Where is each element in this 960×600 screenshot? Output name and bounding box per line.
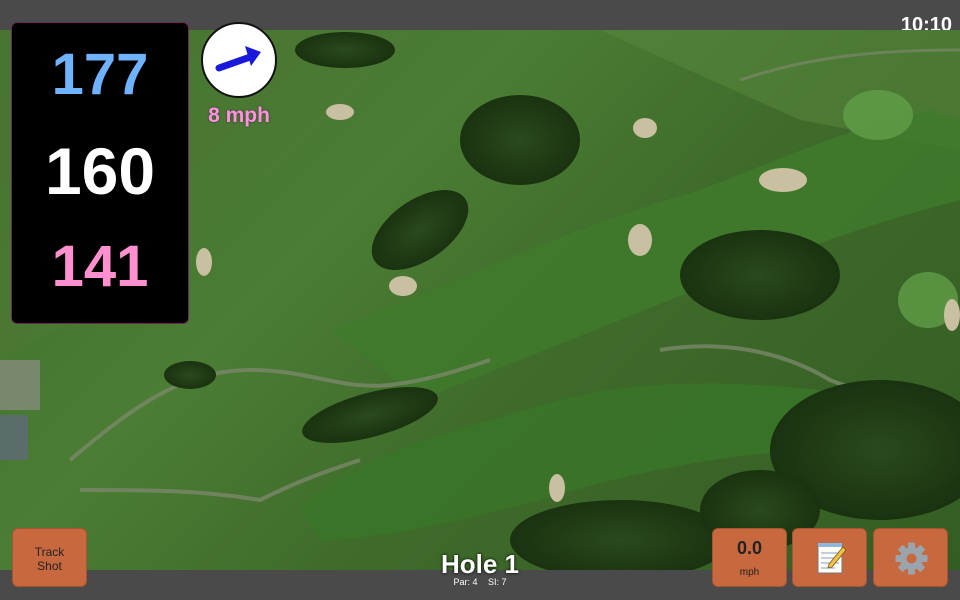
wind-speed-label: 8 mph <box>208 104 270 127</box>
front-distance: 141 <box>51 234 149 299</box>
notepad-icon <box>817 543 847 574</box>
track-shot-label-line1: Track <box>34 545 65 559</box>
hole-info: Par: 4 SI: 7 <box>380 577 580 587</box>
notes-button[interactable] <box>792 528 867 587</box>
track-shot-button[interactable]: Track Shot <box>12 528 87 587</box>
back-distance: 177 <box>51 42 149 107</box>
settings-button[interactable] <box>873 528 948 587</box>
hole-stroke-index: SI: 7 <box>488 577 507 587</box>
middle-distance: 160 <box>44 134 156 208</box>
wind-speed-value: 0.0 <box>736 538 763 558</box>
wind-speed-button[interactable]: 0.0 mph <box>712 528 787 587</box>
gear-icon <box>895 542 928 575</box>
hole-par: Par: 4 <box>453 577 478 587</box>
distance-panel: 177 160 141 <box>11 22 189 324</box>
wind-speed-unit: mph <box>739 567 760 578</box>
wind-direction-indicator <box>201 22 277 98</box>
arrow-icon <box>215 46 261 72</box>
hole-title: Hole 1 <box>440 549 520 579</box>
track-shot-label-line2: Shot <box>37 559 62 573</box>
